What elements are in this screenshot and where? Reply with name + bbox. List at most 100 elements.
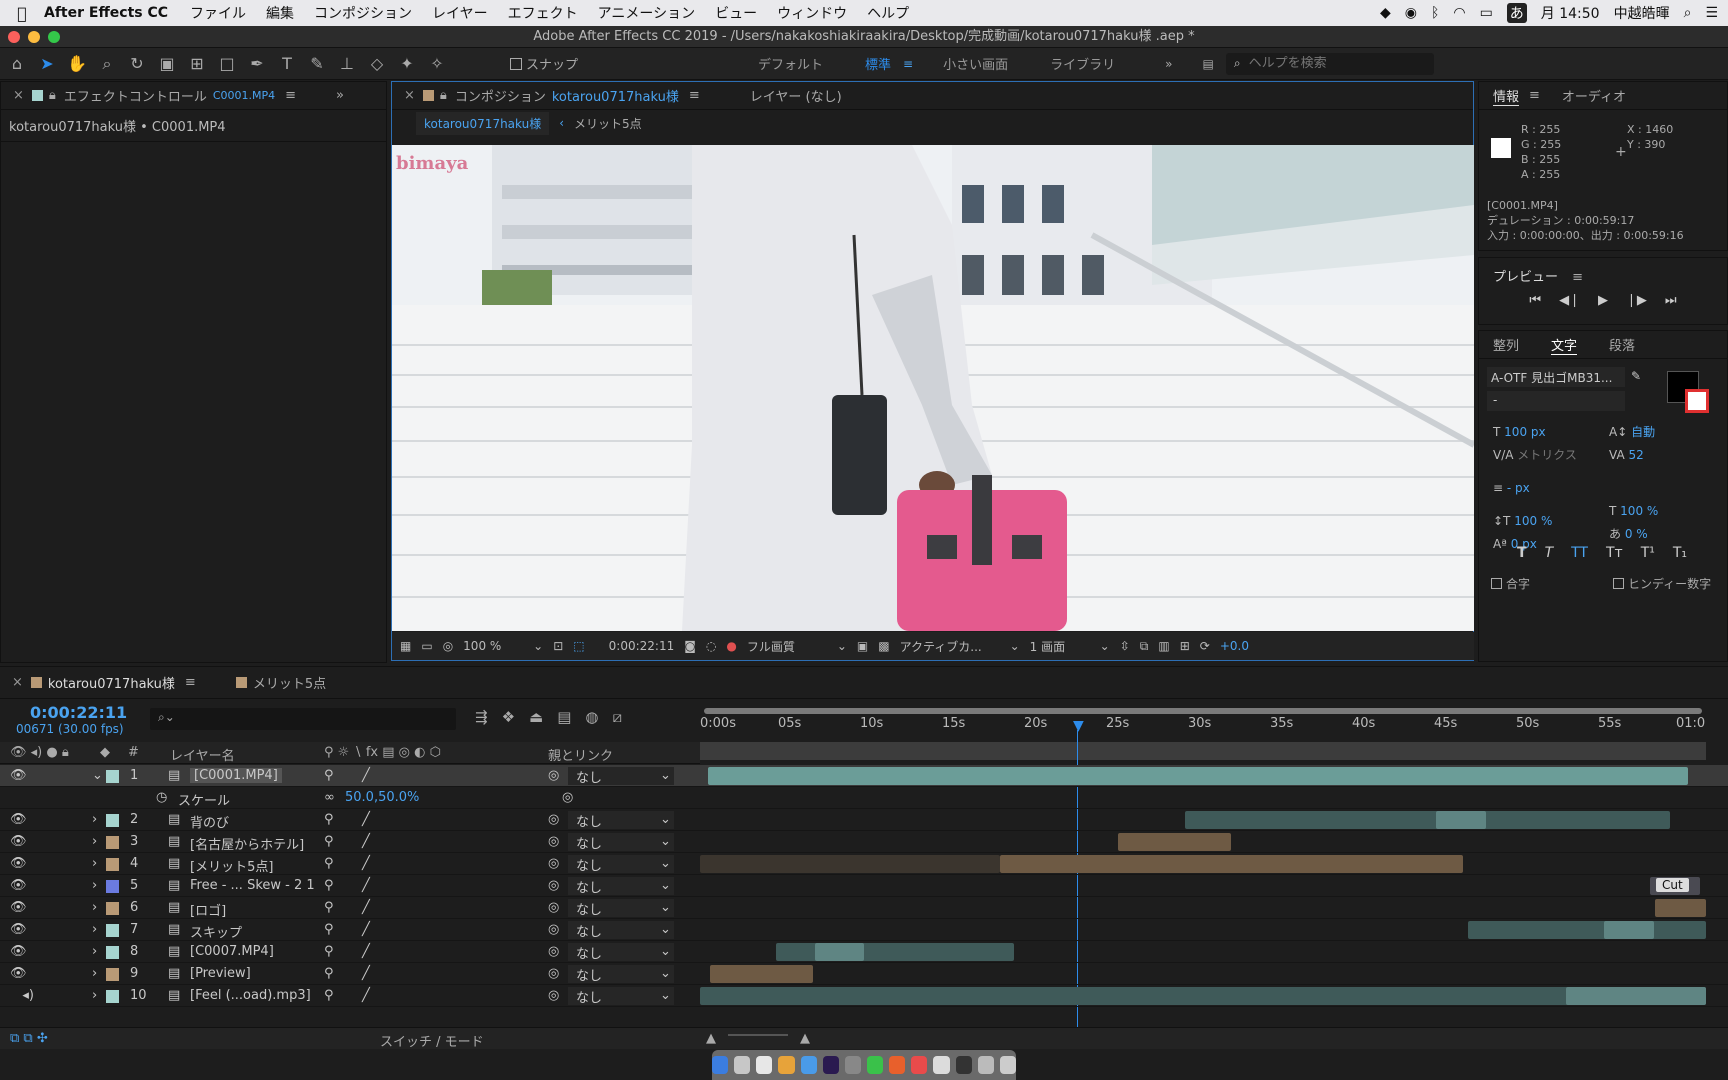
visibility-eye-icon[interactable]: 👁︎ (10, 966, 27, 981)
expand-chevron-icon[interactable]: › (92, 900, 97, 915)
expand-chevron-icon[interactable]: › (92, 834, 97, 849)
preview-tab[interactable]: プレビュー (1493, 270, 1558, 285)
layer-label-color[interactable] (106, 946, 119, 959)
layer-row[interactable]: 👁︎ › 7 ▤ スキップ ⚲ ╱ ◎ なし ⌄ (0, 919, 1728, 941)
expand-chevron-icon[interactable]: › (92, 812, 97, 827)
app-menu[interactable]: After Effects CC (44, 5, 168, 21)
app-icon[interactable] (844, 1056, 861, 1074)
terminal-icon[interactable] (955, 1056, 972, 1074)
layer-duration-bar[interactable] (700, 855, 1000, 873)
finder-icon[interactable] (712, 1056, 729, 1074)
spotlight-icon[interactable]: ⌕ (1684, 5, 1692, 21)
zoom-slider[interactable] (728, 1034, 788, 1036)
color-channel-icon[interactable]: ● (726, 639, 736, 653)
fast-preview-icon[interactable]: ⧉ (1140, 639, 1149, 654)
layer-duration-bar[interactable] (776, 943, 1014, 961)
parent-dropdown[interactable]: なし (568, 943, 674, 962)
menu-view[interactable]: ビュー (715, 3, 757, 23)
home-icon[interactable]: ⌂ (4, 52, 30, 76)
folder-icon[interactable] (977, 1056, 994, 1074)
notification-icon[interactable]: ☰ (1705, 5, 1718, 21)
scale-value[interactable]: 50.0,50.0% (345, 790, 419, 805)
visibility-eye-icon[interactable]: 👁︎ (10, 856, 27, 871)
resolution-dropdown[interactable]: フル画質 (747, 638, 827, 655)
visibility-eye-icon[interactable]: ◂) (10, 988, 34, 1003)
pickwhip-icon[interactable]: ◎ (548, 834, 559, 849)
leading-value[interactable]: 自動 (1631, 425, 1655, 439)
last-frame-icon[interactable]: ⏭ (1665, 293, 1677, 308)
rotate-tool-icon[interactable]: ↻ (124, 52, 150, 76)
camera-dropdown[interactable]: アクティブカ... (900, 638, 1000, 655)
pickwhip-icon[interactable]: ◎ (548, 988, 559, 1003)
menu-animation[interactable]: アニメーション (598, 3, 695, 23)
menu-composition[interactable]: コンポジション (314, 3, 412, 23)
tracking-value[interactable]: 52 (1628, 448, 1643, 462)
apple-icon[interactable]:  (0, 4, 44, 23)
zoom-tool-icon[interactable]: ⌕ (94, 52, 120, 76)
stopwatch-icon[interactable]: ◷ (156, 790, 167, 805)
app-icon-3[interactable] (911, 1056, 928, 1074)
wifi-icon[interactable]: ◠ (1453, 5, 1465, 21)
visibility-eye-icon[interactable]: 👁︎ (10, 922, 27, 937)
cut-marker-label[interactable]: Cut (1656, 878, 1689, 892)
pickwhip-icon[interactable]: ◎ (548, 900, 559, 915)
safari-icon[interactable] (800, 1056, 817, 1074)
layer-row[interactable]: 👁︎ › 4 ▤ [メリット5点] ⚲ ╱ ◎ なし ⌄ (0, 853, 1728, 875)
layer-name[interactable]: [名古屋からホテル] (190, 834, 304, 853)
toggle-pixel-aspect-icon[interactable]: ⇳ (1120, 639, 1130, 653)
viewer-timecode[interactable]: 0:00:22:11 (609, 639, 675, 653)
close-tab-icon[interactable]: × (13, 88, 24, 103)
layer-duration-bar[interactable] (1118, 833, 1231, 851)
layer-duration-bar[interactable] (1468, 921, 1706, 939)
expand-chevron-icon[interactable]: › (92, 944, 97, 959)
transparency-icon[interactable]: ▩ (878, 639, 889, 653)
stroke-color-swatch[interactable] (1685, 389, 1709, 413)
work-area-bar[interactable] (704, 708, 1702, 714)
exposure-value[interactable]: +0.0 (1220, 639, 1249, 653)
expand-chevron-icon[interactable]: ⌄ (92, 768, 103, 783)
shy-switch-icon[interactable]: ⚲ (324, 812, 334, 827)
zoom-window-button[interactable] (48, 31, 60, 43)
layer-label-color[interactable] (106, 924, 119, 937)
shy-switch-icon[interactable]: ⚲ (324, 944, 334, 959)
comp-lock-icon[interactable]: 🔒︎ (440, 88, 447, 103)
comp-subtab-merit[interactable]: メリット5点 (574, 115, 642, 132)
expand-chevron-icon[interactable]: › (92, 988, 97, 1003)
layer-duration-bar[interactable] (1436, 811, 1486, 829)
layer-label-color[interactable] (106, 770, 119, 783)
menu-window[interactable]: ウィンドウ (777, 3, 847, 23)
parent-dropdown[interactable]: なし (568, 767, 674, 786)
zoom-out-icon[interactable]: ▲ (706, 1031, 716, 1046)
view-layout-dropdown[interactable]: 1 画面 (1030, 638, 1090, 655)
layer-row[interactable]: 👁︎ › 3 ▤ [名古屋からホテル] ⚲ ╱ ◎ なし ⌄ (0, 831, 1728, 853)
files-icon[interactable] (756, 1056, 773, 1074)
pan-behind-tool-icon[interactable]: ⊞ (184, 52, 210, 76)
motion-blur-icon[interactable]: ◍ (585, 708, 598, 726)
menu-edit[interactable]: 編集 (266, 3, 294, 23)
layer-name[interactable]: [メリット5点] (190, 856, 273, 875)
layer-duration-bar[interactable] (1185, 811, 1670, 829)
visibility-eye-icon[interactable]: 👁︎ (10, 900, 27, 915)
menu-file[interactable]: ファイル (190, 3, 246, 23)
roto-brush-icon[interactable]: ✦ (394, 52, 420, 76)
layer-label-color[interactable] (106, 814, 119, 827)
shy-switch-icon[interactable]: ⚲ (324, 878, 334, 893)
timeline-tab-main[interactable]: kotarou0717haku様 (48, 673, 175, 692)
parent-dropdown[interactable]: なし (568, 987, 674, 1006)
layer-row[interactable]: 👁︎ ⌄ 1 ▤ [C0001.MP4] ⚲ ╱ ◎ なし ⌄ (0, 765, 1728, 787)
pickwhip-icon[interactable]: ◎ (548, 922, 559, 937)
always-preview-icon[interactable]: ▦ (400, 639, 411, 653)
reset-exposure-icon[interactable]: ⟳ (1200, 639, 1210, 653)
puppet-tool-icon[interactable]: ✧ (424, 52, 450, 76)
layer-label-color[interactable] (106, 880, 119, 893)
parent-dropdown[interactable]: なし (568, 899, 674, 918)
transparency-grid-icon[interactable]: ⬚ (573, 639, 584, 653)
ligature-checkbox[interactable] (1491, 578, 1502, 589)
shy-switch-icon[interactable]: ⚲ (324, 768, 334, 783)
pickwhip-icon[interactable]: ◎ (548, 768, 559, 783)
launchpad-icon[interactable] (734, 1056, 751, 1074)
lock-icon[interactable]: 🔒︎ (49, 88, 56, 103)
layer-duration-bar[interactable] (1566, 987, 1706, 1005)
composition-tab[interactable]: コンポジション (455, 86, 546, 105)
shy-switch-icon[interactable]: ⚲ (324, 988, 334, 1003)
